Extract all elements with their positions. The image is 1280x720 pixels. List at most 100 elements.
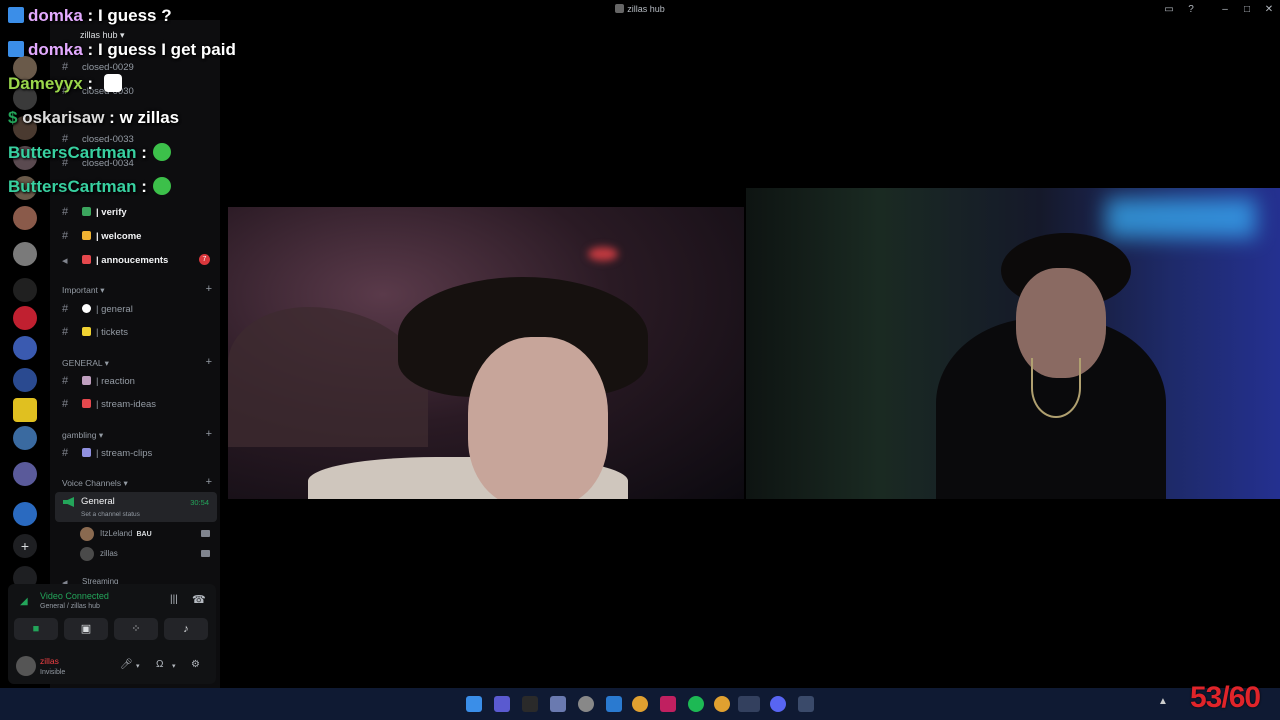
voice-channel-general[interactable]: General 30:54 Set a channel status xyxy=(55,492,217,522)
megaphone-icon: ◂ xyxy=(62,255,68,267)
vscode-icon[interactable] xyxy=(606,696,622,712)
goal-counter: 53/60 xyxy=(1190,681,1261,714)
channel-general[interactable]: # | general xyxy=(62,300,212,318)
channel-tickets[interactable]: # | tickets xyxy=(62,323,212,341)
window-title: zillas hub xyxy=(0,4,1280,14)
app-icon[interactable] xyxy=(660,696,676,712)
server-icon[interactable] xyxy=(13,278,37,302)
category-general[interactable]: GENERAL ▾ + xyxy=(62,356,212,369)
channel-annoucements[interactable]: ◂ | annoucements 7 xyxy=(62,251,212,269)
chevron-down-icon[interactable]: ▾ xyxy=(136,662,140,670)
chat-message: $ oskarisaw : w zillas xyxy=(8,108,180,127)
close-button[interactable]: ✕ xyxy=(1262,3,1276,17)
start-icon[interactable] xyxy=(466,696,482,712)
category-voice-channels[interactable]: Voice Channels ▾ + xyxy=(62,476,212,489)
soundboard-button[interactable]: ♪ xyxy=(164,618,208,640)
channel-verify[interactable]: # | verify xyxy=(62,203,212,221)
camera-icon xyxy=(201,550,210,557)
ticket-emoji-icon xyxy=(82,327,91,336)
activities-button[interactable]: ⁘ xyxy=(114,618,158,640)
chevron-up-icon[interactable]: ▲ xyxy=(1158,696,1168,707)
add-channel-icon[interactable]: + xyxy=(206,428,212,440)
app-icon[interactable] xyxy=(578,696,594,712)
discord-icon[interactable] xyxy=(770,696,786,712)
signal-icon: ◢ xyxy=(20,596,28,607)
channel-stream-clips[interactable]: # | stream-clips xyxy=(62,444,212,462)
discord-app-icon xyxy=(615,4,625,13)
face-emoji-icon xyxy=(82,376,91,385)
camera-icon xyxy=(201,530,210,537)
chrome-icon[interactable] xyxy=(632,696,648,712)
app-icon[interactable] xyxy=(522,696,538,712)
microphone-icon[interactable]: 🎤︎ xyxy=(120,659,133,670)
category-gambling[interactable]: gambling ▾ + xyxy=(62,428,212,441)
add-channel-icon[interactable]: + xyxy=(206,356,212,368)
chat-message: ButtersCartman : xyxy=(8,177,171,197)
voice-location[interactable]: General / zillas hub xyxy=(40,603,100,610)
wave-emoji-icon xyxy=(82,231,91,240)
emote-icon xyxy=(103,74,122,92)
channel-status-link[interactable]: Set a channel status xyxy=(81,511,140,518)
speech-emoji-icon xyxy=(82,304,91,313)
avatar xyxy=(80,547,94,561)
server-icon[interactable] xyxy=(13,206,37,230)
hash-icon: # xyxy=(62,303,69,315)
camera-button[interactable]: ■ xyxy=(14,618,58,640)
voice-connection-state: Video Connected xyxy=(40,591,109,601)
chevron-down-icon[interactable]: ▾ xyxy=(172,662,176,670)
hash-icon: # xyxy=(62,375,69,387)
add-server-icon[interactable]: + xyxy=(13,534,37,558)
noise-suppression-icon[interactable]: ||| xyxy=(170,594,178,605)
voice-user[interactable]: zillas xyxy=(80,546,220,562)
inbox-icon[interactable]: ▭ xyxy=(1162,3,1176,17)
avatar[interactable] xyxy=(16,656,36,676)
server-icon[interactable] xyxy=(13,502,37,526)
gear-icon[interactable]: ⚙ xyxy=(191,659,200,670)
badge-icon xyxy=(8,41,24,57)
badge-icon xyxy=(8,7,24,23)
hash-icon: # xyxy=(62,326,69,338)
server-icon[interactable] xyxy=(13,368,37,392)
server-icon[interactable] xyxy=(13,242,37,266)
maximize-button[interactable]: □ xyxy=(1240,3,1254,17)
taskbar: ▲ xyxy=(0,688,1280,720)
film-emoji-icon xyxy=(82,448,91,457)
headphones-icon[interactable]: Ω xyxy=(156,659,163,670)
help-icon[interactable]: ? xyxy=(1184,3,1198,17)
title-bar: zillas hub ▭ ? – □ ✕ xyxy=(0,0,1280,20)
screen-share-button[interactable]: ▣ xyxy=(64,618,108,640)
disconnect-icon[interactable]: ☎ xyxy=(192,593,206,606)
video-tile[interactable] xyxy=(746,188,1280,499)
spotify-icon[interactable] xyxy=(688,696,704,712)
voice-user[interactable]: ItzLeland BAU xyxy=(80,526,220,542)
video-tile[interactable] xyxy=(228,207,744,499)
channel-reaction[interactable]: # | reaction xyxy=(62,372,212,390)
chat-message: ButtersCartman : xyxy=(8,143,171,163)
question-emoji-icon xyxy=(82,399,91,408)
emote-icon xyxy=(152,177,171,195)
minimize-button[interactable]: – xyxy=(1218,3,1232,17)
add-channel-icon[interactable]: + xyxy=(206,476,212,488)
lightning-server-icon[interactable] xyxy=(13,398,37,422)
server-icon[interactable] xyxy=(13,462,37,486)
hash-icon: # xyxy=(62,61,69,73)
server-icon[interactable] xyxy=(13,336,37,360)
app-icon[interactable] xyxy=(798,696,814,712)
chat-message: Dameyyx : xyxy=(8,74,122,94)
avatar xyxy=(80,527,94,541)
app-icon[interactable] xyxy=(494,696,510,712)
chrome-icon[interactable] xyxy=(714,696,730,712)
user-status: Invisible xyxy=(40,669,66,676)
server-icon[interactable] xyxy=(13,426,37,450)
server-icon[interactable] xyxy=(13,306,37,330)
add-channel-icon[interactable]: + xyxy=(206,283,212,295)
app-icon[interactable] xyxy=(550,696,566,712)
channel-welcome[interactable]: # | welcome xyxy=(62,227,212,245)
chat-message: domka : I guess ? xyxy=(8,6,172,26)
category-important[interactable]: Important ▾ + xyxy=(62,283,212,296)
hash-icon: # xyxy=(62,230,69,242)
check-emoji-icon xyxy=(82,207,91,216)
hash-icon: # xyxy=(62,206,69,218)
channel-stream-ideas[interactable]: # | stream-ideas xyxy=(62,395,212,413)
steam-icon[interactable] xyxy=(738,696,760,712)
